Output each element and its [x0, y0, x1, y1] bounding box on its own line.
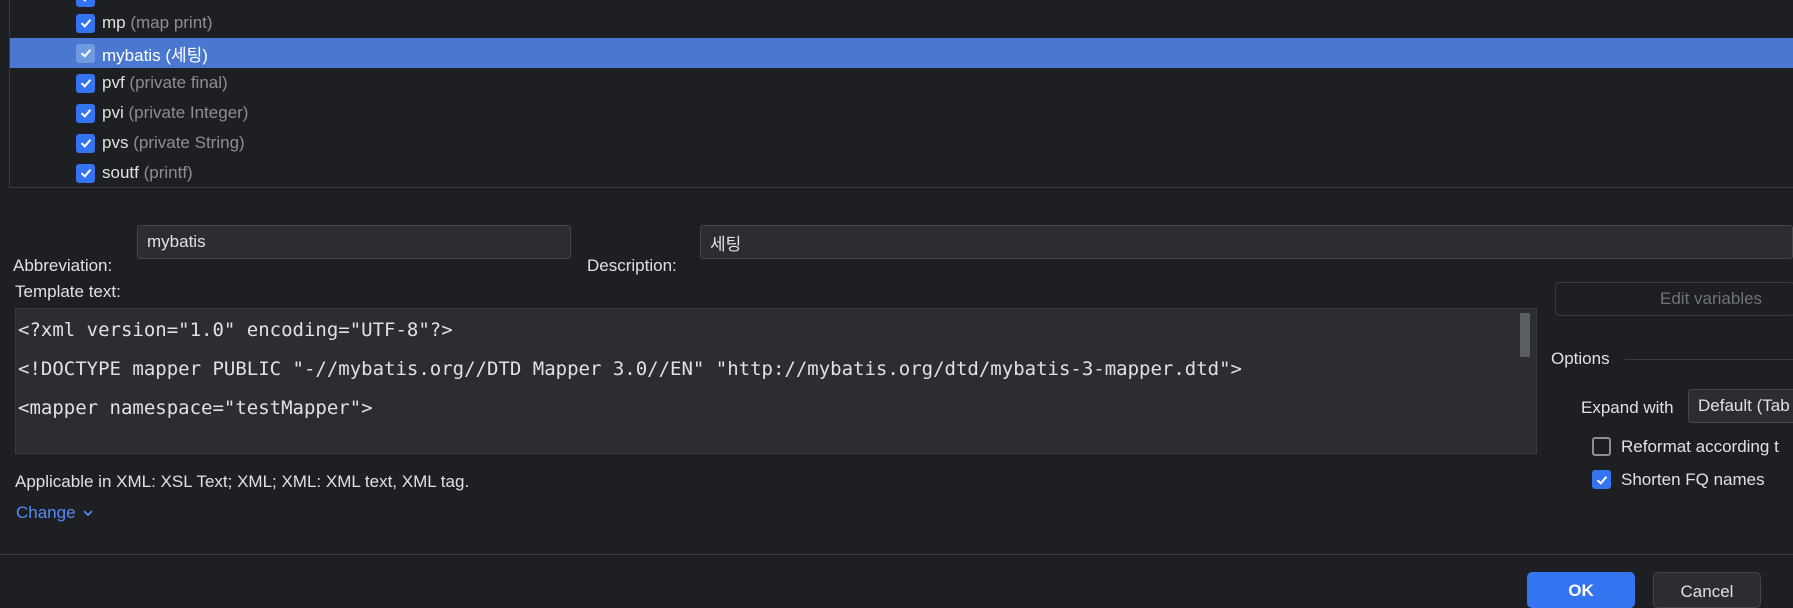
code-line: <?xml version="1.0" encoding="UTF-8"?>	[18, 319, 453, 341]
live-templates-list[interactable]: mp (map print) mybatis (세팅) pvf (private f…	[9, 0, 1793, 188]
template-description: (private Integer)	[128, 103, 249, 122]
list-item[interactable]: soutf (printf)	[10, 158, 1793, 187]
checkbox[interactable]	[76, 163, 95, 183]
template-description: (세팅)	[165, 45, 208, 65]
checkbox[interactable]	[76, 103, 95, 123]
applicable-context-text: Applicable in XML: XSL Text; XML; XML: X…	[15, 472, 470, 491]
template-abbreviation: pvi	[102, 103, 124, 122]
template-abbreviation: pvs	[102, 133, 129, 152]
description-label: Description:	[587, 256, 677, 275]
chevron-down-icon	[82, 510, 93, 517]
code-line: <mapper namespace="testMapper">	[18, 397, 373, 419]
footer-divider	[0, 554, 1793, 555]
edit-variables-button[interactable]: Edit variables	[1555, 282, 1793, 316]
template-abbreviation: soutf	[102, 163, 139, 182]
checkmark-icon	[1596, 475, 1607, 485]
cancel-button[interactable]: Cancel	[1653, 572, 1761, 608]
shorten-fq-names-label: Shorten FQ names	[1621, 470, 1765, 489]
checkmark-icon	[80, 169, 91, 178]
editor-scrollbar[interactable]	[1520, 313, 1530, 357]
ok-button[interactable]: OK	[1527, 572, 1635, 608]
checkbox[interactable]	[76, 73, 95, 93]
list-item[interactable]: pvs (private String)	[10, 128, 1793, 158]
checkbox[interactable]	[76, 0, 95, 7]
abbreviation-label: Abbreviation:	[13, 256, 113, 275]
reformat-checkbox[interactable]	[1592, 437, 1611, 456]
change-context-link[interactable]: Change	[16, 503, 94, 523]
checkbox[interactable]	[76, 133, 95, 153]
checkbox[interactable]	[76, 43, 95, 63]
expand-with-select[interactable]: Default (Tab	[1688, 389, 1793, 423]
list-item[interactable]: pvf (private final)	[10, 68, 1793, 98]
template-text-editor[interactable]: <?xml version="1.0" encoding="UTF-8"?> <…	[15, 308, 1537, 454]
checkmark-icon	[80, 79, 91, 88]
list-item[interactable]: pvi (private Integer)	[10, 98, 1793, 128]
abbreviation-input[interactable]	[137, 225, 571, 259]
list-item[interactable]: mybatis (세팅)	[10, 38, 1793, 68]
list-item[interactable]: mp (map print)	[10, 8, 1793, 38]
checkmark-icon	[80, 139, 91, 148]
options-divider	[1625, 359, 1793, 360]
template-description: (private String)	[133, 133, 245, 152]
description-input[interactable]	[700, 225, 1793, 259]
checkmark-icon	[80, 49, 91, 58]
shorten-fq-names-checkbox[interactable]	[1592, 470, 1611, 489]
template-abbreviation: pvf	[102, 73, 125, 92]
template-text-label: Template text:	[15, 282, 121, 301]
options-title: Options	[1551, 349, 1610, 368]
checkmark-icon	[80, 19, 91, 28]
template-abbreviation: mybatis	[102, 45, 161, 65]
checkmark-icon	[80, 109, 91, 118]
code-line: <!DOCTYPE mapper PUBLIC "-//mybatis.org/…	[18, 358, 1242, 380]
template-description: (map print)	[130, 13, 213, 32]
expand-with-label: Expand with	[1581, 398, 1674, 417]
checkbox[interactable]	[76, 13, 95, 33]
template-abbreviation: mp	[102, 13, 126, 32]
change-label: Change	[16, 503, 76, 522]
template-description: (private final)	[129, 73, 228, 92]
template-description: (printf)	[143, 163, 193, 182]
reformat-label: Reformat according t	[1621, 437, 1779, 456]
